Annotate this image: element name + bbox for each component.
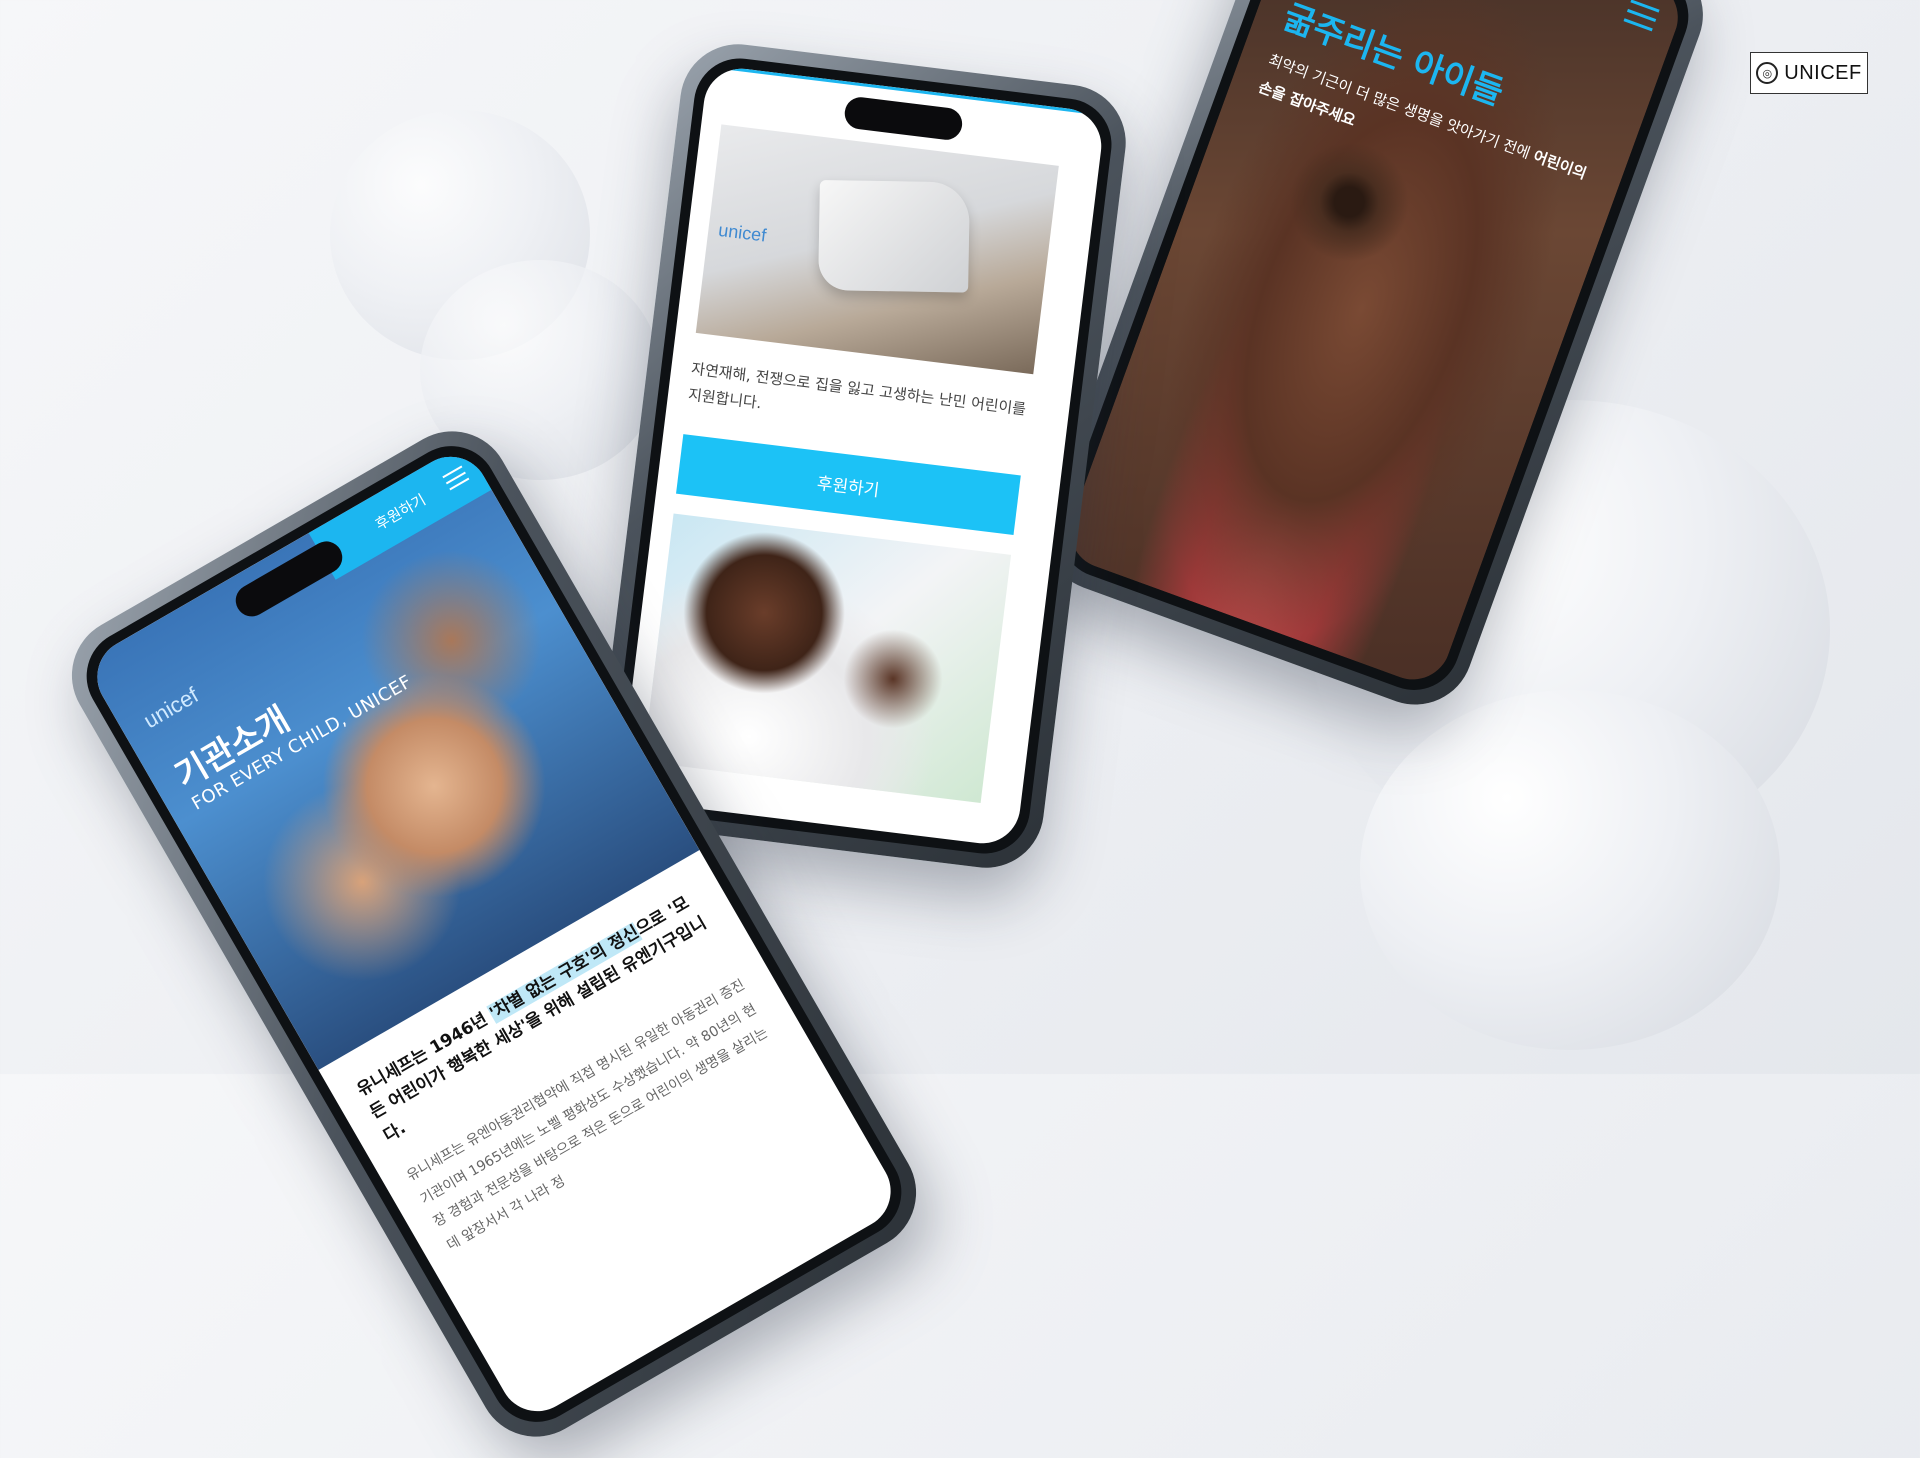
menu-icon[interactable] — [1621, 0, 1660, 38]
mother-child-photo — [643, 513, 1012, 804]
decorative-blob-right-2 — [1360, 690, 1780, 1050]
unicef-brand-badge: ◎ UNICEF — [1750, 52, 1868, 94]
refugee-tent-photo: unicef — [695, 124, 1059, 375]
unicef-tent-logo: unicef — [717, 219, 768, 246]
unicef-emblem-icon: ◎ — [1756, 62, 1779, 84]
brand-label: UNICEF — [1784, 61, 1862, 84]
subtext-bold: 어린이의 손을 잡아주세요 — [1256, 77, 1589, 183]
tarp-shape — [818, 179, 970, 293]
refugee-description: 자연재해, 전쟁으로 집을 잃고 고생하는 난민 어린이를 지원합니다. — [687, 359, 1027, 419]
dynamic-island — [842, 95, 964, 142]
phone-screen: unicef 자연재해, 전쟁으로 집을 잃고 고생하는 난민 어린이를 지원합… — [618, 64, 1106, 848]
phone-mockup-refugee-support: unicef 자연재해, 전쟁으로 집을 잃고 고생하는 난민 어린이를 지원합… — [591, 37, 1133, 875]
